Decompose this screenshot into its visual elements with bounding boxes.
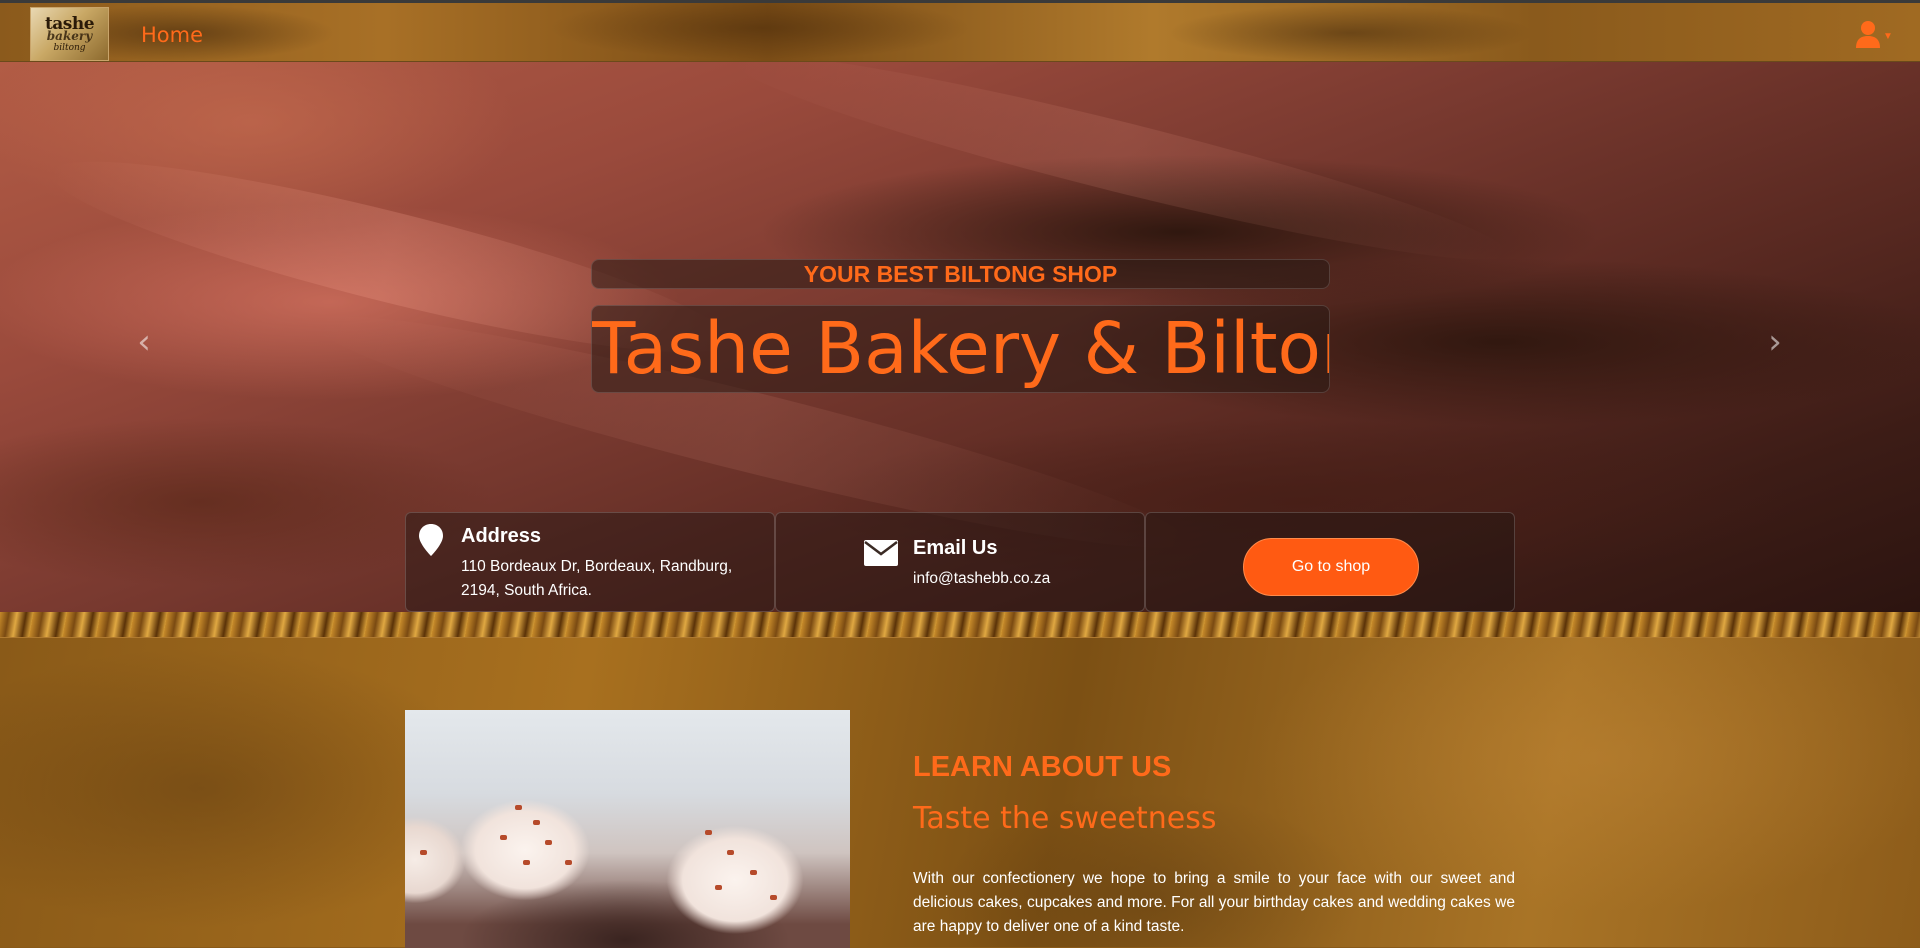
- sprinkle: [420, 850, 427, 855]
- map-pin-icon: [419, 524, 443, 556]
- navbar: tashe bakery biltong Home ▼: [0, 0, 1920, 62]
- chevron-right-icon: ›: [1768, 322, 1782, 362]
- hero-tagline: YOUR BEST BILTONG SHOP: [591, 259, 1330, 289]
- hero-carousel: ‹ › YOUR BEST BILTONG SHOP Tashe Bakery …: [0, 62, 1920, 612]
- chevron-left-icon: ‹: [137, 322, 151, 362]
- sprinkle: [515, 805, 522, 810]
- decorative-gold-strip: [0, 612, 1920, 637]
- info-bar: Address 110 Bordeaux Dr, Bordeaux, Randb…: [405, 512, 1515, 612]
- user-icon: [1856, 21, 1880, 48]
- shop-card: Go to shop: [1145, 512, 1515, 612]
- hero-title: Tashe Bakery & Biltong: [591, 305, 1330, 393]
- carousel-next-button[interactable]: ›: [1760, 322, 1790, 362]
- sprinkle: [770, 895, 777, 900]
- go-to-shop-button[interactable]: Go to shop: [1243, 538, 1419, 596]
- sprinkle: [750, 870, 757, 875]
- sprinkle: [533, 820, 540, 825]
- sprinkle: [727, 850, 734, 855]
- nav-home-link[interactable]: Home: [141, 23, 203, 47]
- cupcakes-image: [405, 710, 850, 948]
- address-card: Address 110 Bordeaux Dr, Bordeaux, Randb…: [405, 512, 775, 612]
- email-card: Email Us info@tashebb.co.za: [775, 512, 1145, 612]
- address-title: Address: [461, 525, 542, 547]
- sprinkle: [715, 885, 722, 890]
- logo-text-biltong: biltong: [53, 42, 86, 53]
- email-title: Email Us: [913, 537, 998, 559]
- hero-meat-highlight: [723, 62, 1517, 288]
- sprinkle: [705, 830, 712, 835]
- sprinkle: [500, 835, 507, 840]
- about-subheading: Taste the sweetness: [913, 801, 1217, 836]
- address-line-2: 2194, South Africa.: [461, 582, 592, 599]
- about-heading: LEARN ABOUT US: [913, 751, 1172, 783]
- address-line-1: 110 Bordeaux Dr, Bordeaux, Randburg,: [461, 558, 733, 575]
- brand-logo[interactable]: tashe bakery biltong: [30, 7, 109, 61]
- email-address[interactable]: info@tashebb.co.za: [913, 567, 1050, 591]
- envelope-icon: [864, 540, 898, 566]
- logo-text-bakery: bakery: [46, 28, 93, 43]
- about-description: With our confectionery we hope to bring …: [913, 870, 1515, 935]
- sprinkle: [523, 860, 530, 865]
- chevron-down-icon: ▼: [1883, 30, 1893, 42]
- sprinkle: [565, 860, 572, 865]
- sprinkle: [545, 840, 552, 845]
- user-menu-dropdown[interactable]: ▼: [1855, 19, 1895, 49]
- about-section: LEARN ABOUT US Taste the sweetness With …: [0, 637, 1920, 948]
- carousel-prev-button[interactable]: ‹: [129, 322, 159, 362]
